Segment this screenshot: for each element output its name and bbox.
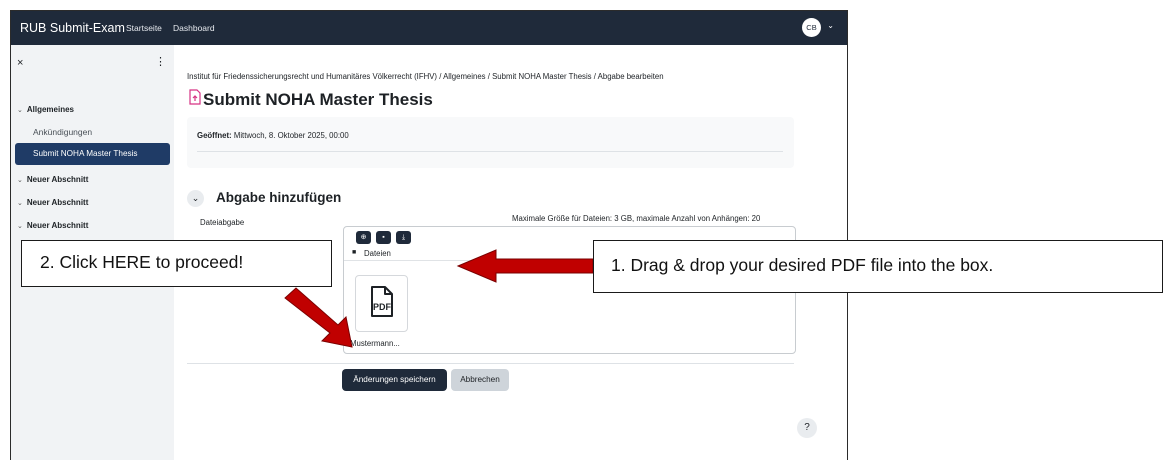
nav-link-dashboard[interactable]: Dashboard (173, 23, 215, 33)
folder-label[interactable]: Dateien (364, 249, 391, 258)
folder-icon: ■ (352, 249, 357, 256)
uploaded-file-name[interactable]: Mustermann... (350, 339, 400, 348)
pdf-type-label: PDF (373, 302, 392, 312)
callout-proceed: 2. Click HERE to proceed! (21, 240, 332, 287)
help-button[interactable]: ? (797, 418, 817, 438)
chevron-down-icon: ⌄ (17, 177, 23, 184)
section-title: Abgabe hinzufügen (216, 190, 342, 205)
close-icon[interactable]: × (17, 57, 23, 69)
breadcrumb[interactable]: Institut für Friedenssicherungsrecht und… (187, 72, 664, 81)
sidebar-section-neuer-abschnitt[interactable]: ⌄ Neuer Abschnitt (17, 221, 88, 230)
activity-dates-box: Geöffnet: Mittwoch, 8. Oktober 2025, 00:… (187, 117, 794, 168)
divider (187, 363, 794, 364)
max-upload-info: Maximale Größe für Dateien: 3 GB, maxima… (512, 214, 761, 223)
chevron-down-icon: ⌄ (17, 107, 23, 114)
sidebar-item-ankuendigungen[interactable]: Ankündigungen (33, 127, 92, 137)
save-changes-button[interactable]: Änderungen speichern (342, 369, 447, 391)
callout-drag-drop: 1. Drag & drop your desired PDF file int… (593, 240, 1163, 293)
divider (197, 151, 783, 152)
file-submission-label: Dateiabgabe (200, 218, 245, 227)
folder-icon[interactable]: ▪ (376, 231, 391, 244)
sidebar-section-neuer-abschnitt[interactable]: ⌄ Neuer Abschnitt (17, 198, 88, 207)
pdf-file-icon: PDF (371, 286, 393, 317)
sidebar-section-allgemeines[interactable]: ⌄ Allgemeines (17, 105, 74, 114)
opened-date: Geöffnet: Mittwoch, 8. Oktober 2025, 00:… (197, 131, 349, 140)
assignment-upload-icon (189, 89, 201, 105)
collapse-section-button[interactable]: ⌄ (187, 190, 204, 207)
chevron-down-icon[interactable]: ⌄ (827, 21, 834, 30)
add-file-icon[interactable]: ⊕ (356, 231, 371, 244)
chevron-down-icon: ⌄ (17, 200, 23, 207)
page-title: Submit NOHA Master Thesis (203, 90, 433, 109)
avatar[interactable]: CB (802, 18, 821, 37)
chevron-down-icon: ⌄ (17, 223, 23, 230)
cancel-button[interactable]: Abbrechen (451, 369, 509, 391)
sidebar-section-neuer-abschnitt[interactable]: ⌄ Neuer Abschnitt (17, 175, 88, 184)
top-navbar: RUB Submit-Exam Startseite Dashboard CB … (11, 11, 847, 45)
nav-link-startseite[interactable]: Startseite (126, 23, 162, 33)
sidebar-item-submit-noha[interactable]: Submit NOHA Master Thesis (15, 143, 170, 165)
more-options-icon[interactable]: ⋮ (155, 55, 166, 68)
uploaded-file-card[interactable]: PDF (355, 275, 408, 332)
download-icon[interactable]: ⤓ (396, 231, 411, 244)
site-brand[interactable]: RUB Submit-Exam (20, 21, 125, 35)
